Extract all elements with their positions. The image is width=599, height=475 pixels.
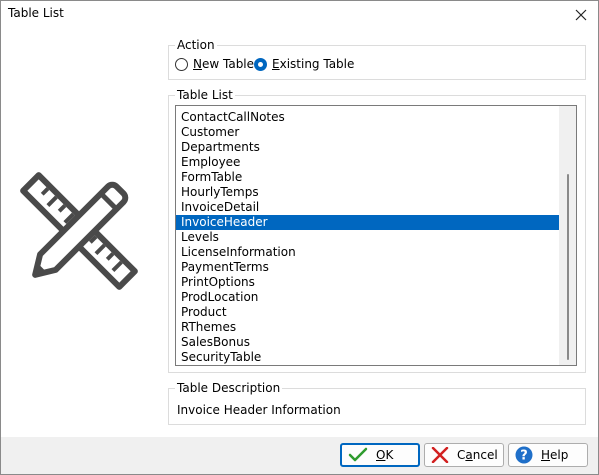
list-item[interactable]: LicenseInformation (176, 245, 559, 260)
list-item[interactable]: RThemes (176, 320, 559, 335)
cancel-mnemonic: a (465, 448, 473, 462)
table-description-text: Invoice Header Information (177, 403, 341, 417)
table-list-items: ContactCallNotes Customer Departments Emplo… (176, 110, 559, 365)
help-icon: ? (515, 446, 533, 464)
help-label: Help (541, 448, 568, 462)
close-button[interactable] (564, 1, 598, 29)
window-title: Table List (8, 6, 64, 20)
cancel-button[interactable]: Cancel (424, 443, 504, 467)
list-item[interactable]: PrintOptions (176, 275, 559, 290)
list-item[interactable]: ContactCallNotes (176, 110, 559, 125)
cancel-x-icon (431, 447, 449, 463)
radio-circle-new (175, 57, 188, 71)
existing-table-label-rest: xisting Table (279, 57, 355, 71)
list-item[interactable]: Customer (176, 125, 559, 140)
title-bar: Table List (1, 1, 598, 29)
existing-table-mnemonic: E (272, 57, 280, 71)
close-icon (575, 9, 587, 21)
cancel-label: Cancel (457, 448, 498, 462)
list-item[interactable]: PaymentTerms (176, 260, 559, 275)
new-table-label: New Table (193, 57, 254, 71)
list-item[interactable]: InvoiceHeader (176, 215, 559, 230)
table-listbox[interactable]: ContactCallNotes Customer Departments Emplo… (175, 105, 577, 366)
help-label-rest: elp (550, 448, 569, 462)
new-table-label-rest: ew Table (201, 57, 255, 71)
list-item[interactable]: ProdLocation (176, 290, 559, 305)
ok-button[interactable]: OK (340, 443, 420, 467)
existing-table-radio[interactable]: Existing Table (254, 57, 354, 71)
help-mnemonic: H (541, 448, 551, 462)
list-item[interactable]: InvoiceDetail (176, 200, 559, 215)
existing-table-label: Existing Table (272, 57, 354, 71)
ok-label: OK (376, 448, 393, 462)
help-button[interactable]: ? Help (508, 443, 588, 467)
table-description-legend: Table Description (177, 381, 281, 395)
list-item[interactable]: Employee (176, 155, 559, 170)
ruler-pencil-icon (20, 172, 138, 290)
new-table-radio[interactable]: New Table (175, 57, 254, 71)
table-list-dialog: Table List Action New Table Existing Tab… (0, 0, 599, 475)
cancel-label-rest: ncel (472, 448, 498, 462)
list-item[interactable]: Departments (176, 140, 559, 155)
list-item[interactable]: SalesBonus (176, 335, 559, 350)
list-item[interactable]: SecurityTable (176, 350, 559, 365)
checkmark-icon (348, 447, 368, 462)
list-item[interactable]: Levels (176, 230, 559, 245)
list-item[interactable]: Product (176, 305, 559, 320)
ok-label-rest: K (385, 448, 394, 462)
radio-circle-existing (254, 57, 267, 71)
new-table-mnemonic: N (193, 57, 202, 71)
action-legend: Action (177, 38, 215, 52)
list-item[interactable]: HourlyTemps (176, 185, 559, 200)
scroll-thumb[interactable] (567, 174, 569, 360)
table-list-legend: Table List (177, 88, 233, 102)
vertical-scrollbar[interactable] (559, 106, 576, 365)
svg-text:?: ? (520, 449, 528, 464)
list-item[interactable]: FormTable (176, 170, 559, 185)
